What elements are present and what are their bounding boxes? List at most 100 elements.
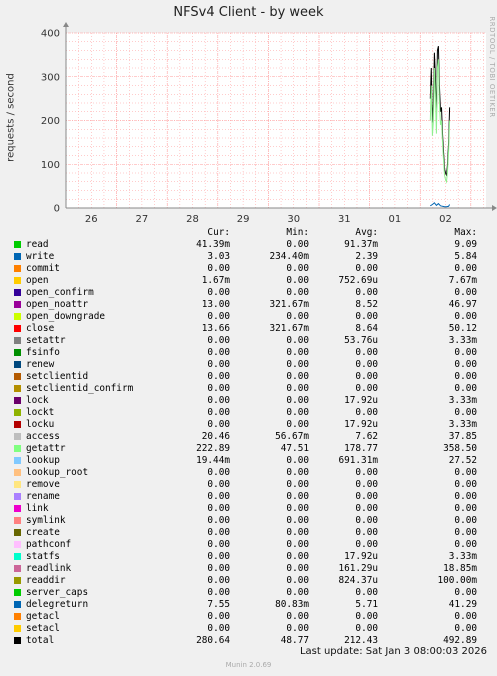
legend-series-name: getattr — [26, 443, 66, 454]
legend-value-cur: 0.00 — [207, 359, 230, 370]
legend-value-max: 0.00 — [454, 359, 477, 370]
legend-value-cur: 0.00 — [207, 263, 230, 274]
legend-row-remove: remove 0.00 0.00 0.00 0.00 — [0, 479, 497, 491]
legend-value-min: 0.00 — [286, 419, 309, 430]
legend-value-avg: 8.52 — [355, 299, 378, 310]
legend-swatch — [14, 265, 21, 272]
legend-value-cur: 0.00 — [207, 623, 230, 634]
legend-value-avg: 0.00 — [355, 347, 378, 358]
legend-value-min: 0.00 — [286, 515, 309, 526]
legend-value-cur: 0.00 — [207, 407, 230, 418]
legend-swatch — [14, 553, 21, 560]
header-cur: Cur: — [207, 227, 230, 238]
legend-value-max: 0.00 — [454, 623, 477, 634]
x-tick-label: 02 — [439, 214, 452, 225]
legend-swatch — [14, 433, 21, 440]
legend-value-avg: 824.37u — [338, 575, 378, 586]
legend-swatch — [14, 589, 21, 596]
legend-swatch — [14, 445, 21, 452]
legend-value-avg: 7.62 — [355, 431, 378, 442]
legend-value-cur: 0.00 — [207, 347, 230, 358]
legend-series-name: write — [26, 251, 55, 262]
legend-value-max: 0.00 — [454, 347, 477, 358]
legend-value-cur: 0.00 — [207, 287, 230, 298]
legend-swatch — [14, 541, 21, 548]
x-tick-label: 01 — [389, 214, 402, 225]
legend-value-min: 0.00 — [286, 275, 309, 286]
legend-value-max: 0.00 — [454, 611, 477, 622]
legend-value-cur: 222.89 — [196, 443, 230, 454]
legend-row-open_downgrade: open_downgrade 0.00 0.00 0.00 0.00 — [0, 311, 497, 323]
legend-value-min: 321.67m — [269, 299, 309, 310]
legend-value-cur: 0.00 — [207, 575, 230, 586]
legend-value-min: 48.77 — [280, 635, 309, 646]
legend-swatch — [14, 313, 21, 320]
legend-value-cur: 0.00 — [207, 611, 230, 622]
legend-value-max: 50.12 — [448, 323, 477, 334]
legend-value-cur: 0.00 — [207, 587, 230, 598]
legend-value-min: 0.00 — [286, 347, 309, 358]
legend-value-max: 0.00 — [454, 287, 477, 298]
y-tick-label: 400 — [41, 29, 60, 40]
legend-series-name: remove — [26, 479, 60, 490]
legend-swatch — [14, 289, 21, 296]
legend-value-max: 0.00 — [454, 311, 477, 322]
legend-value-avg: 17.92u — [344, 395, 378, 406]
legend-series-name: close — [26, 323, 55, 334]
legend-value-avg: 178.77 — [344, 443, 378, 454]
legend-value-min: 0.00 — [286, 527, 309, 538]
legend-value-min: 0.00 — [286, 467, 309, 478]
legend-value-min: 0.00 — [286, 575, 309, 586]
legend-swatch — [14, 469, 21, 476]
legend-series-name: read — [26, 239, 49, 250]
legend-swatch — [14, 625, 21, 632]
legend-row-access: access 20.46 56.67m 7.62 37.85 — [0, 431, 497, 443]
legend-value-max: 46.97 — [448, 299, 477, 310]
legend-value-avg: 8.64 — [355, 323, 378, 334]
legend-value-cur: 0.00 — [207, 539, 230, 550]
legend-swatch — [14, 601, 21, 608]
legend-value-min: 80.83m — [275, 599, 309, 610]
legend-value-max: 0.00 — [454, 539, 477, 550]
y-tick-label: 200 — [41, 116, 60, 127]
legend-value-avg: 161.29u — [338, 563, 378, 574]
legend-value-min: 56.67m — [275, 431, 309, 442]
legend-value-max: 0.00 — [454, 587, 477, 598]
legend-row-server_caps: server_caps 0.00 0.00 0.00 0.00 — [0, 587, 497, 599]
legend-series-name: fsinfo — [26, 347, 60, 358]
legend-swatch — [14, 613, 21, 620]
legend-series-name: open_confirm — [26, 287, 94, 298]
header-min: Min: — [286, 227, 309, 238]
legend-value-min: 0.00 — [286, 371, 309, 382]
legend-value-max: 0.00 — [454, 515, 477, 526]
legend-value-avg: 0.00 — [355, 611, 378, 622]
legend-value-cur: 41.39m — [196, 239, 230, 250]
legend-value-max: 0.00 — [454, 383, 477, 394]
legend-swatch — [14, 421, 21, 428]
legend-value-avg: 0.00 — [355, 503, 378, 514]
legend-value-min: 0.00 — [286, 335, 309, 346]
legend-value-max: 358.50 — [443, 443, 477, 454]
legend-value-min: 0.00 — [286, 239, 309, 250]
legend-swatch — [14, 349, 21, 356]
legend-value-min: 0.00 — [286, 539, 309, 550]
y-tick-label: 0 — [54, 204, 60, 215]
legend-value-avg: 0.00 — [355, 263, 378, 274]
legend-row-write: write 3.03 234.40m 2.39 5.84 — [0, 251, 497, 263]
header-max: Max: — [454, 227, 477, 238]
legend-row-open_confirm: open_confirm 0.00 0.00 0.00 0.00 — [0, 287, 497, 299]
legend-value-max: 41.29 — [448, 599, 477, 610]
legend-value-avg: 53.76u — [344, 335, 378, 346]
legend-value-avg: 0.00 — [355, 467, 378, 478]
legend-row-lock: lock 0.00 0.00 17.92u 3.33m — [0, 395, 497, 407]
legend-value-max: 0.00 — [454, 371, 477, 382]
legend-value-max: 0.00 — [454, 527, 477, 538]
legend-value-avg: 0.00 — [355, 383, 378, 394]
legend-value-min: 0.00 — [286, 287, 309, 298]
legend-value-max: 7.67m — [448, 275, 477, 286]
legend-value-max: 492.89 — [443, 635, 477, 646]
legend-value-cur: 0.00 — [207, 419, 230, 430]
legend-value-cur: 0.00 — [207, 479, 230, 490]
legend-swatch — [14, 301, 21, 308]
legend-series-name: setclientid_confirm — [26, 383, 134, 394]
